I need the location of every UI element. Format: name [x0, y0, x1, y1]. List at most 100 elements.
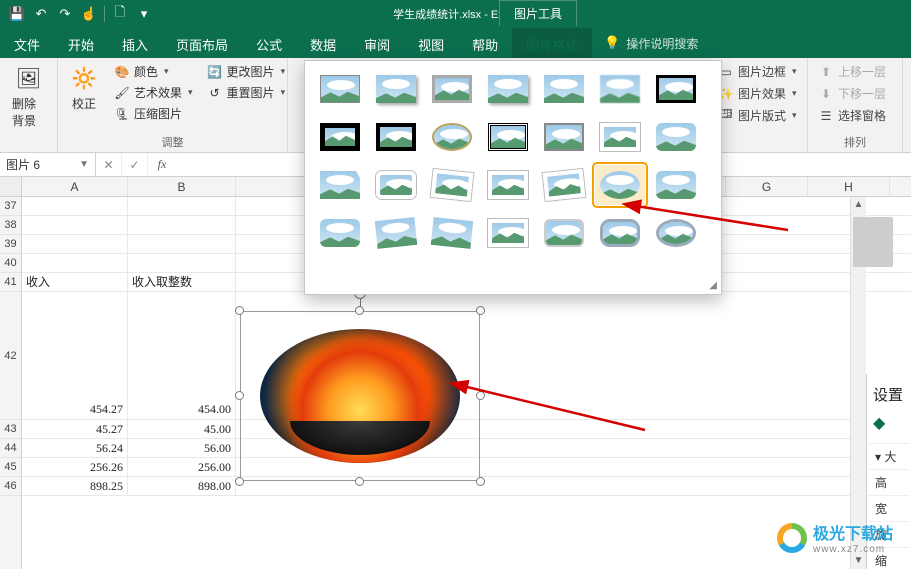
resize-handle[interactable] — [476, 477, 485, 486]
select-all-corner[interactable] — [0, 177, 22, 196]
style-reflected-bevel[interactable] — [483, 213, 533, 253]
row-header[interactable]: 39 — [0, 235, 21, 254]
style-simple-black[interactable] — [371, 117, 421, 157]
col-header[interactable]: H — [808, 177, 890, 196]
new-icon[interactable]: 🗋 — [109, 3, 131, 25]
style-drop-shadow[interactable] — [483, 69, 533, 109]
cell[interactable]: 898.25 — [22, 477, 128, 495]
style-persp-right[interactable] — [427, 213, 477, 253]
cell[interactable]: 454.00 — [128, 292, 236, 419]
tab-review[interactable]: 审阅 — [350, 28, 404, 58]
tab-page-layout[interactable]: 页面布局 — [162, 28, 242, 58]
pane-tool-icon[interactable]: ◆ — [869, 407, 909, 443]
style-soft-edge[interactable] — [595, 69, 645, 109]
gallery-resize-handle[interactable]: ◢ — [709, 280, 717, 291]
compress-picture-button[interactable]: 🗜压缩图片 — [112, 104, 195, 123]
style-rounded[interactable] — [651, 117, 701, 157]
picture-layout-button[interactable]: 🖽图片版式▾ — [716, 106, 799, 125]
row-header[interactable]: 43 — [0, 420, 21, 439]
scroll-thumb[interactable] — [853, 217, 893, 267]
cell[interactable]: 256.00 — [128, 458, 236, 476]
resize-handle[interactable] — [235, 391, 244, 400]
tab-help[interactable]: 帮助 — [458, 28, 512, 58]
redo-icon[interactable]: ↷ — [54, 3, 76, 25]
resize-handle[interactable] — [476, 306, 485, 315]
reset-picture-button[interactable]: ↺重置图片▾ — [205, 83, 288, 102]
tell-me-search[interactable]: 💡 操作说明搜索 — [592, 28, 698, 58]
style-reflected[interactable] — [539, 69, 589, 109]
tab-data[interactable]: 数据 — [296, 28, 350, 58]
undo-icon[interactable]: ↶ — [30, 3, 52, 25]
resize-handle[interactable] — [355, 306, 364, 315]
row-header[interactable]: 42 — [0, 292, 21, 420]
corrections-button[interactable]: 🔆 校正 — [66, 62, 102, 123]
style-perspective-shadow[interactable] — [483, 165, 533, 205]
tab-file[interactable]: 文件 — [0, 28, 54, 58]
scroll-up-icon[interactable]: ▲ — [851, 197, 866, 213]
row-header[interactable]: 41 — [0, 273, 21, 292]
style-persp-left[interactable] — [371, 213, 421, 253]
col-header[interactable]: G — [726, 177, 808, 196]
cell[interactable]: 45.27 — [22, 420, 128, 438]
color-button[interactable]: 🎨颜色▾ — [112, 62, 195, 81]
cell[interactable]: 收入 — [22, 273, 128, 291]
bring-forward-button[interactable]: ⬆上移一层 — [816, 62, 894, 81]
selection-pane-button[interactable]: ☰选择窗格 — [816, 106, 894, 125]
cell[interactable]: 454.27 — [22, 292, 128, 419]
chevron-down-icon[interactable]: ▼ — [79, 159, 89, 170]
picture-effects-button[interactable]: ✨图片效果▾ — [716, 84, 799, 103]
artistic-effects-button[interactable]: 🖌艺术效果▾ — [112, 83, 195, 102]
col-header[interactable]: B — [128, 177, 236, 196]
style-rotated[interactable] — [427, 165, 477, 205]
remove-background-button[interactable]: 🖼 删除背景 — [8, 62, 49, 131]
pane-item[interactable]: 高 — [869, 469, 909, 495]
selected-picture-object[interactable] — [240, 311, 480, 481]
cell[interactable]: 256.26 — [22, 458, 128, 476]
send-backward-button[interactable]: ⬇下移一层 — [816, 84, 894, 103]
row-header[interactable]: 44 — [0, 439, 21, 458]
resize-handle[interactable] — [355, 477, 364, 486]
resize-handle[interactable] — [235, 306, 244, 315]
touch-mode-icon[interactable]: ☝ — [78, 3, 100, 25]
scroll-down-icon[interactable]: ▼ — [851, 553, 866, 569]
qat-more-icon[interactable]: ▾ — [133, 3, 155, 25]
tab-home[interactable]: 开始 — [54, 28, 108, 58]
cell[interactable]: 56.24 — [22, 439, 128, 457]
fx-icon[interactable]: fx — [148, 157, 176, 172]
row-header[interactable]: 46 — [0, 477, 21, 496]
vertical-scrollbar[interactable]: ▲ ▼ — [850, 197, 866, 569]
row-header[interactable]: 40 — [0, 254, 21, 273]
style-bevel-rect[interactable] — [651, 165, 701, 205]
cell[interactable]: 898.00 — [128, 477, 236, 495]
name-box[interactable]: 图片 6 ▼ — [0, 153, 96, 176]
cell[interactable]: 收入取整数 — [128, 273, 236, 291]
style-center-shadow[interactable] — [595, 117, 645, 157]
tab-insert[interactable]: 插入 — [108, 28, 162, 58]
style-soft-oval[interactable] — [595, 165, 645, 205]
accept-formula-icon[interactable]: ✓ — [122, 153, 148, 176]
style-simple-frame[interactable] — [315, 69, 365, 109]
cancel-formula-icon[interactable]: ✕ — [96, 153, 122, 176]
pane-collapse[interactable]: ▾ 大 — [869, 443, 909, 469]
cell[interactable]: 56.00 — [128, 439, 236, 457]
style-bevel-oval[interactable] — [427, 117, 477, 157]
style-shadow[interactable] — [371, 69, 421, 109]
style-snip-diag[interactable] — [315, 165, 365, 205]
style-bevel-white[interactable] — [371, 165, 421, 205]
style-thick-matte[interactable] — [315, 117, 365, 157]
change-picture-button[interactable]: 🔄更改图片▾ — [205, 62, 288, 81]
style-double-frame[interactable] — [651, 69, 701, 109]
style-compound-black[interactable] — [483, 117, 533, 157]
style-metal[interactable] — [427, 69, 477, 109]
style-moderate-black[interactable] — [539, 117, 589, 157]
save-icon[interactable]: 💾 — [6, 3, 28, 25]
tab-formulas[interactable]: 公式 — [242, 28, 296, 58]
picture-border-button[interactable]: ▭图片边框▾ — [716, 62, 799, 81]
picture-styles-gallery[interactable]: ◢ — [304, 60, 722, 295]
row-header[interactable]: 38 — [0, 216, 21, 235]
row-header[interactable]: 45 — [0, 458, 21, 477]
style-relaxed-persp[interactable] — [539, 165, 589, 205]
pane-item[interactable]: 宽 — [869, 495, 909, 521]
resize-handle[interactable] — [235, 477, 244, 486]
col-header[interactable]: A — [22, 177, 128, 196]
